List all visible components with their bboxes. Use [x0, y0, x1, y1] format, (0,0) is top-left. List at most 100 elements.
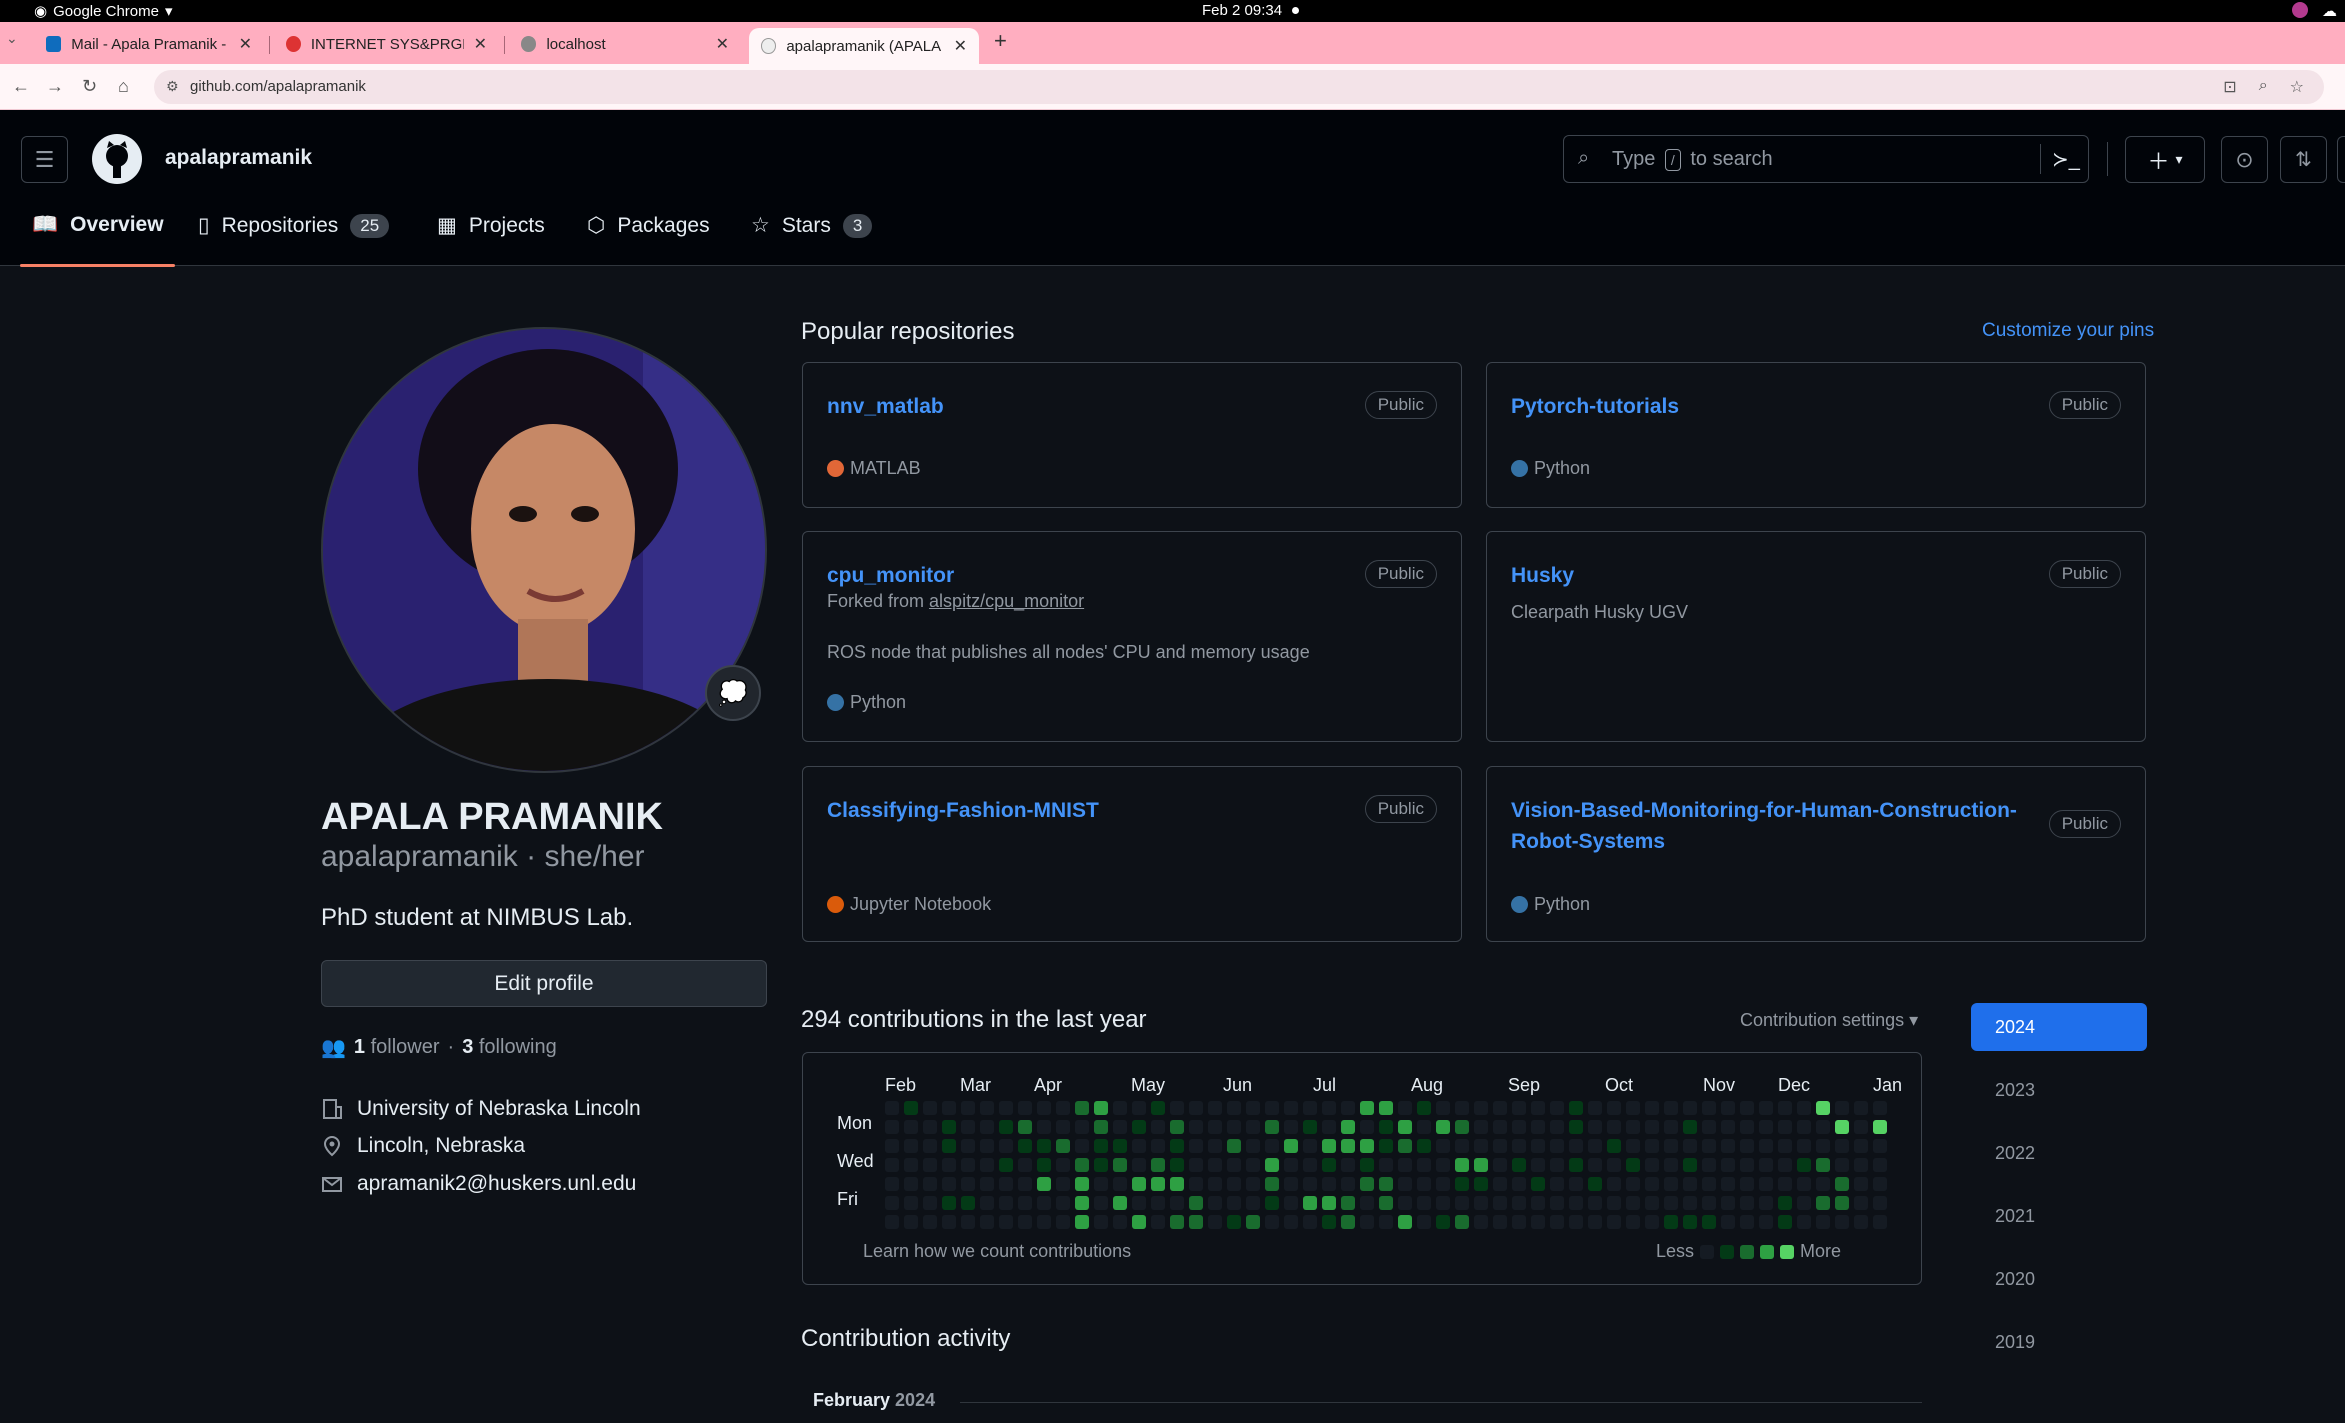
inbox-icon[interactable] [2337, 136, 2345, 183]
contribution-day-cell[interactable] [1702, 1177, 1716, 1191]
contribution-day-cell[interactable] [885, 1120, 899, 1134]
contribution-day-cell[interactable] [1778, 1158, 1792, 1172]
contribution-day-cell[interactable] [1170, 1215, 1184, 1229]
contribution-day-cell[interactable] [1208, 1177, 1222, 1191]
contribution-day-cell[interactable] [1759, 1215, 1773, 1229]
contribution-day-cell[interactable] [1265, 1120, 1279, 1134]
contribution-day-cell[interactable] [1208, 1196, 1222, 1210]
contribution-day-cell[interactable] [1151, 1158, 1165, 1172]
contribution-day-cell[interactable] [1094, 1215, 1108, 1229]
contribution-day-cell[interactable] [1778, 1101, 1792, 1115]
contribution-day-cell[interactable] [1835, 1139, 1849, 1153]
contribution-day-cell[interactable] [1512, 1158, 1526, 1172]
contribution-day-cell[interactable] [1227, 1215, 1241, 1229]
close-icon[interactable]: ✕ [474, 34, 487, 54]
contribution-day-cell[interactable] [1303, 1177, 1317, 1191]
contribution-day-cell[interactable] [1645, 1101, 1659, 1115]
year-2023-button[interactable]: 2023 [1971, 1066, 2147, 1114]
contribution-day-cell[interactable] [1132, 1101, 1146, 1115]
contribution-day-cell[interactable] [1341, 1139, 1355, 1153]
contribution-day-cell[interactable] [1721, 1158, 1735, 1172]
year-2019-button[interactable]: 2019 [1971, 1318, 2147, 1366]
contribution-day-cell[interactable] [1113, 1101, 1127, 1115]
contribution-day-cell[interactable] [1094, 1196, 1108, 1210]
contribution-day-cell[interactable] [923, 1177, 937, 1191]
contribution-day-cell[interactable] [1284, 1120, 1298, 1134]
contribution-day-cell[interactable] [961, 1215, 975, 1229]
tab-search-icon[interactable]: ⌄ [6, 30, 18, 47]
contribution-day-cell[interactable] [1132, 1158, 1146, 1172]
contribution-day-cell[interactable] [1341, 1215, 1355, 1229]
tab-overview[interactable]: 📖 Overview [32, 213, 164, 237]
contribution-day-cell[interactable] [1208, 1139, 1222, 1153]
contribution-day-cell[interactable] [885, 1139, 899, 1153]
contribution-day-cell[interactable] [1740, 1215, 1754, 1229]
contribution-day-cell[interactable] [1037, 1215, 1051, 1229]
contribution-day-cell[interactable] [1816, 1158, 1830, 1172]
contribution-day-cell[interactable] [961, 1139, 975, 1153]
contribution-day-cell[interactable] [1740, 1158, 1754, 1172]
contribution-day-cell[interactable] [1246, 1177, 1260, 1191]
contribution-day-cell[interactable] [1379, 1196, 1393, 1210]
contribution-day-cell[interactable] [1417, 1215, 1431, 1229]
contribution-day-cell[interactable] [904, 1139, 918, 1153]
contribution-day-cell[interactable] [1360, 1139, 1374, 1153]
install-app-icon[interactable]: ⊡ [2223, 77, 2236, 97]
contribution-day-cell[interactable] [1550, 1120, 1564, 1134]
contribution-day-cell[interactable] [1816, 1177, 1830, 1191]
contribution-day-cell[interactable] [1265, 1177, 1279, 1191]
contribution-day-cell[interactable] [1360, 1177, 1374, 1191]
contribution-day-cell[interactable] [1550, 1158, 1564, 1172]
contribution-day-cell[interactable] [999, 1101, 1013, 1115]
contribution-day-cell[interactable] [1588, 1196, 1602, 1210]
pull-requests-icon[interactable]: ⇅ [2280, 136, 2327, 183]
contribution-day-cell[interactable] [1474, 1177, 1488, 1191]
contribution-day-cell[interactable] [1797, 1158, 1811, 1172]
contribution-day-cell[interactable] [942, 1196, 956, 1210]
contribution-day-cell[interactable] [1303, 1196, 1317, 1210]
contribution-day-cell[interactable] [1531, 1196, 1545, 1210]
contribution-day-cell[interactable] [1759, 1139, 1773, 1153]
contribution-day-cell[interactable] [1550, 1177, 1564, 1191]
year-2020-button[interactable]: 2020 [1971, 1255, 2147, 1303]
contribution-day-cell[interactable] [1588, 1120, 1602, 1134]
contribution-day-cell[interactable] [942, 1139, 956, 1153]
contribution-day-cell[interactable] [1626, 1177, 1640, 1191]
contribution-day-cell[interactable] [904, 1120, 918, 1134]
contribution-day-cell[interactable] [1626, 1139, 1640, 1153]
contribution-day-cell[interactable] [1113, 1215, 1127, 1229]
contribution-day-cell[interactable] [1645, 1139, 1659, 1153]
contribution-day-cell[interactable] [923, 1101, 937, 1115]
contribution-day-cell[interactable] [1075, 1120, 1089, 1134]
contribution-day-cell[interactable] [1797, 1177, 1811, 1191]
bookmark-star-icon[interactable]: ☆ [2290, 77, 2304, 97]
create-new-button[interactable]: ＋ ▾ [2125, 136, 2205, 183]
issues-icon[interactable]: ⊙ [2221, 136, 2268, 183]
repo-name-link[interactable]: Husky [1511, 560, 2031, 591]
close-icon[interactable]: ✕ [239, 34, 252, 54]
contribution-day-cell[interactable] [1721, 1101, 1735, 1115]
contribution-day-cell[interactable] [1018, 1196, 1032, 1210]
hamburger-menu-icon[interactable]: ☰ [21, 136, 68, 183]
contribution-day-cell[interactable] [1436, 1158, 1450, 1172]
contribution-day-cell[interactable] [1265, 1158, 1279, 1172]
contribution-day-cell[interactable] [942, 1120, 956, 1134]
contribution-day-cell[interactable] [1550, 1101, 1564, 1115]
contribution-day-cell[interactable] [1474, 1215, 1488, 1229]
contribution-day-cell[interactable] [1873, 1139, 1887, 1153]
contribution-day-cell[interactable] [1588, 1177, 1602, 1191]
year-2021-button[interactable]: 2021 [1971, 1192, 2147, 1240]
contribution-day-cell[interactable] [1797, 1215, 1811, 1229]
repo-name-link[interactable]: Classifying-Fashion-MNIST [827, 795, 1347, 826]
contribution-day-cell[interactable] [1398, 1139, 1412, 1153]
contribution-day-cell[interactable] [1474, 1158, 1488, 1172]
contribution-day-cell[interactable] [1094, 1120, 1108, 1134]
contribution-day-cell[interactable] [1265, 1215, 1279, 1229]
contribution-day-cell[interactable] [1360, 1196, 1374, 1210]
contribution-day-cell[interactable] [1607, 1215, 1621, 1229]
contribution-day-cell[interactable] [1417, 1101, 1431, 1115]
contribution-day-cell[interactable] [1284, 1177, 1298, 1191]
contribution-day-cell[interactable] [1854, 1120, 1868, 1134]
contribution-day-cell[interactable] [1569, 1139, 1583, 1153]
contribution-day-cell[interactable] [1873, 1196, 1887, 1210]
